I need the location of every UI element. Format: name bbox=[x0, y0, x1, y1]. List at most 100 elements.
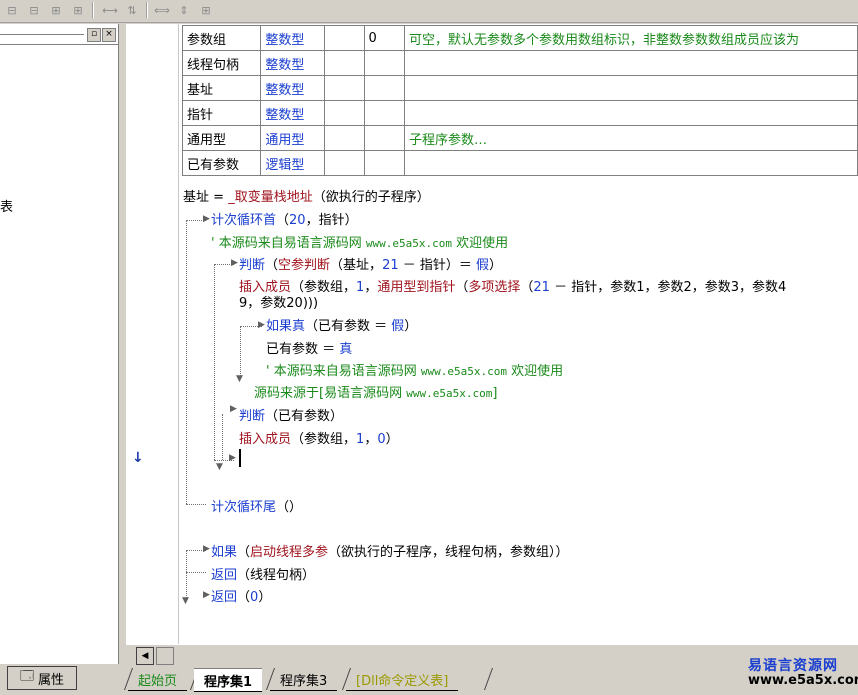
code-line[interactable]: 判断（空参判断（基址，21 － 指针）＝ 假） bbox=[239, 254, 502, 273]
text-cursor bbox=[239, 449, 241, 467]
code-line[interactable]: 已有参数 ＝ 真 bbox=[266, 338, 352, 357]
watermark-title: 易语言资源网 bbox=[748, 658, 838, 674]
parameter-table: 参数组 整数型 0 可空，默认无参数多个参数用数组标识，非整数参数数组成员应该为… bbox=[181, 25, 858, 176]
code-line-wrap[interactable]: 9，参数20))) bbox=[239, 292, 318, 311]
divider bbox=[0, 44, 118, 45]
align-middle-icon[interactable]: ⊞ bbox=[68, 1, 88, 19]
param-note[interactable] bbox=[404, 75, 858, 101]
code-editor[interactable]: ↓ 参数组 整数型 0 可空，默认无参数多个参数用数组标识，非整数参数数组成员应… bbox=[126, 24, 858, 644]
table-row[interactable]: 线程句柄 整数型 bbox=[181, 50, 858, 76]
flow-arrow-icon: ▶ bbox=[203, 590, 210, 600]
space-horizontal-icon[interactable]: ⟷ bbox=[100, 1, 120, 19]
code-comment[interactable]: ' 本源码来自易语言源码网 www.e5a5x.com 欢迎使用 bbox=[211, 232, 508, 251]
left-panel: ▫ × 表 bbox=[0, 24, 119, 664]
param-note[interactable] bbox=[404, 50, 858, 76]
panel-splitter[interactable] bbox=[119, 24, 125, 664]
tab-divider bbox=[483, 668, 494, 690]
param-name[interactable]: 参数组 bbox=[181, 25, 262, 51]
bottom-tab-bar: 🗔 属性 起始页 程序集1 程序集3 [Dll命令定义表] bbox=[0, 666, 858, 695]
param-ref[interactable] bbox=[324, 125, 365, 151]
param-note[interactable]: 可空，默认无参数多个参数用数组标识，非整数参数数组成员应该为 bbox=[404, 25, 858, 51]
param-name[interactable]: 已有参数 bbox=[181, 150, 262, 176]
param-type[interactable]: 整数型 bbox=[260, 75, 326, 101]
code-line[interactable]: 计次循环首（20，指针） bbox=[211, 209, 358, 228]
code-line[interactable]: 插入成员（参数组，1，通用型到指针（多项选择（21 － 指针，参数1，参数2，参… bbox=[239, 276, 786, 295]
properties-tab-label: 属性 bbox=[38, 672, 65, 688]
align-center-icon[interactable]: ⊟ bbox=[24, 1, 44, 19]
param-type[interactable]: 通用型 bbox=[260, 125, 326, 151]
table-row[interactable]: 已有参数 逻辑型 bbox=[181, 150, 858, 176]
code-line[interactable]: 基址 = _取变量栈地址（欲执行的子程序） bbox=[183, 186, 430, 205]
tab-dll-commands[interactable]: [Dll命令定义表] bbox=[346, 668, 459, 691]
code-comment[interactable]: ' 本源码来自易语言源码网 www.e5a5x.com 欢迎使用 bbox=[266, 360, 563, 379]
flow-arrow-icon: ▶ bbox=[230, 404, 237, 414]
code-line[interactable]: 返回（0） bbox=[211, 586, 271, 605]
scroll-thumb[interactable] bbox=[156, 647, 174, 665]
param-array[interactable]: 0 bbox=[363, 25, 406, 51]
param-name[interactable]: 通用型 bbox=[181, 125, 262, 151]
flow-arrow-icon: ▼ bbox=[216, 462, 223, 472]
param-array[interactable] bbox=[363, 125, 406, 151]
param-ref[interactable] bbox=[324, 100, 365, 126]
flow-arrow-icon: ▶ bbox=[231, 258, 238, 268]
align-left-icon[interactable]: ⊟ bbox=[2, 1, 22, 19]
branch-flow-line bbox=[214, 264, 215, 460]
tab-start-page[interactable]: 起始页 bbox=[128, 668, 188, 691]
param-name[interactable]: 基址 bbox=[181, 75, 262, 101]
flow-arrow-icon: ▼ bbox=[236, 374, 243, 384]
code-line[interactable]: 如果（启动线程多参（欲执行的子程序，线程句柄，参数组）） bbox=[211, 541, 569, 560]
code-comment[interactable]: 源码来源于[易语言源码网 www.e5a5x.com] bbox=[254, 382, 497, 401]
tab-program-set-1[interactable]: 程序集1 bbox=[194, 668, 263, 692]
param-type[interactable]: 整数型 bbox=[260, 25, 326, 51]
param-ref[interactable] bbox=[324, 150, 365, 176]
toolbar-separator bbox=[92, 2, 94, 18]
clipped-tree-text: 表 bbox=[0, 200, 14, 215]
code-line[interactable]: 如果真（已有参数 ＝ 假） bbox=[266, 315, 417, 334]
scroll-left-icon[interactable]: ◀ bbox=[136, 647, 154, 665]
param-name[interactable]: 线程句柄 bbox=[181, 50, 262, 76]
param-type[interactable]: 整数型 bbox=[260, 100, 326, 126]
code-line[interactable]: 判断（已有参数） bbox=[239, 405, 343, 424]
param-ref[interactable] bbox=[324, 75, 365, 101]
align-top-icon[interactable]: ⊞ bbox=[46, 1, 66, 19]
param-ref[interactable] bbox=[324, 25, 365, 51]
param-array[interactable] bbox=[363, 50, 406, 76]
panel-grip[interactable] bbox=[0, 34, 84, 36]
current-line-arrow-icon: ↓ bbox=[132, 450, 144, 466]
param-ref[interactable] bbox=[324, 50, 365, 76]
if-flow-line bbox=[186, 550, 187, 600]
close-icon[interactable]: × bbox=[102, 28, 116, 42]
loop-flow-line bbox=[186, 220, 187, 504]
flow-connector bbox=[186, 504, 206, 505]
flow-connector bbox=[186, 572, 206, 573]
size-equal-icon[interactable]: ⊞ bbox=[196, 1, 216, 19]
table-row[interactable]: 指针 整数型 bbox=[181, 100, 858, 126]
param-name[interactable]: 指针 bbox=[181, 100, 262, 126]
param-note[interactable] bbox=[404, 150, 858, 176]
flow-arrow-icon: ▶ bbox=[203, 544, 210, 554]
tab-program-set-3[interactable]: 程序集3 bbox=[270, 668, 338, 691]
param-array[interactable] bbox=[363, 75, 406, 101]
table-row[interactable]: 通用型 通用型 子程序参数… bbox=[181, 125, 858, 151]
param-note[interactable]: 子程序参数… bbox=[404, 125, 858, 151]
pin-icon[interactable]: ▫ bbox=[87, 28, 101, 42]
space-vertical-icon[interactable]: ⇅ bbox=[122, 1, 142, 19]
code-line[interactable]: 计次循环尾（） bbox=[211, 496, 302, 515]
properties-tab[interactable]: 🗔 属性 bbox=[7, 666, 77, 690]
width-equal-icon[interactable]: ⟺ bbox=[152, 1, 172, 19]
param-array[interactable] bbox=[363, 150, 406, 176]
code-line[interactable]: 返回（线程句柄） bbox=[211, 564, 315, 583]
properties-icon: 🗔 bbox=[19, 669, 35, 684]
height-equal-icon[interactable]: ⇕ bbox=[174, 1, 194, 19]
code-line[interactable]: 插入成员（参数组，1，0） bbox=[239, 428, 399, 447]
flow-arrow-icon: ▼ bbox=[182, 596, 189, 606]
toolbar-separator bbox=[146, 2, 148, 18]
table-row[interactable]: 基址 整数型 bbox=[181, 75, 858, 101]
branch-flow-line bbox=[222, 414, 223, 460]
param-type[interactable]: 整数型 bbox=[260, 50, 326, 76]
param-array[interactable] bbox=[363, 100, 406, 126]
param-type[interactable]: 逻辑型 bbox=[260, 150, 326, 176]
watermark-url: www.e5a5x.com bbox=[748, 673, 858, 688]
param-note[interactable] bbox=[404, 100, 858, 126]
table-row[interactable]: 参数组 整数型 0 可空，默认无参数多个参数用数组标识，非整数参数数组成员应该为 bbox=[181, 25, 858, 51]
